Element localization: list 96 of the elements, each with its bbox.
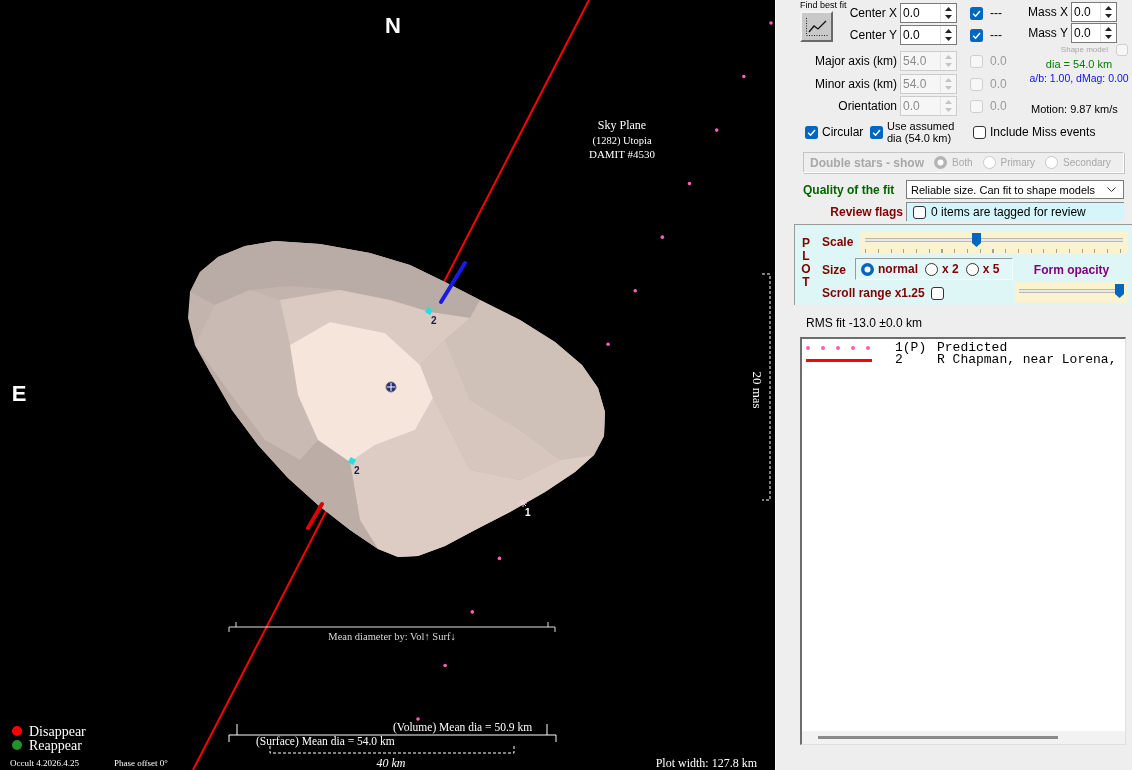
number-field[interactable]: 0.0 xyxy=(900,3,957,23)
field-label: Minor axis (km) xyxy=(815,76,898,93)
field-label: Mass X xyxy=(1028,4,1068,19)
spin-up-icon[interactable] xyxy=(1105,26,1112,31)
slider-thumb[interactable] xyxy=(1115,284,1124,298)
volume-diameter-label: (Volume) Mean dia = 50.9 km xyxy=(393,721,533,733)
group-label: Double stars - show xyxy=(810,155,925,170)
number-field[interactable]: 0.0 xyxy=(900,25,957,45)
radio-label: Both xyxy=(952,157,973,168)
reading-text: 0.0 xyxy=(990,53,1008,70)
asteroid-name: (1282) Utopia xyxy=(592,135,652,146)
chord-number: 2 xyxy=(895,354,903,366)
spin-down-icon[interactable] xyxy=(945,37,952,41)
scrollbar-thumb[interactable] xyxy=(818,736,1058,739)
chord-list[interactable]: 1(P) Predicted 2 R Chapman, near Lorena, xyxy=(800,337,1126,745)
event-marker xyxy=(424,306,434,316)
north-label: N xyxy=(385,13,401,38)
horizontal-scrollbar[interactable] xyxy=(802,731,1125,744)
error-bar xyxy=(439,261,467,304)
chord-number: 1(P) xyxy=(895,342,928,354)
reading-text: --- xyxy=(990,5,1003,22)
fit-quality-dropdown[interactable]: Reliable size. Can fit to shape models xyxy=(906,180,1124,199)
radio-label: Primary xyxy=(1000,157,1036,168)
field-label: Center X xyxy=(849,5,898,22)
number-field[interactable]: 0.0 xyxy=(1071,22,1117,43)
form-opacity-label: Form opacity xyxy=(1033,263,1110,277)
checkbox[interactable] xyxy=(970,28,983,42)
option-label: Circular xyxy=(822,125,864,139)
distance-scale-label: 40 km xyxy=(376,756,406,770)
line-chart-icon xyxy=(805,17,828,36)
chevron-down-icon[interactable] xyxy=(1107,187,1116,192)
reading-text: 0.0 xyxy=(990,76,1008,93)
field-label: Orientation xyxy=(838,98,898,115)
legend-label: Reappear xyxy=(29,738,82,753)
scale-label: Scale xyxy=(822,235,855,249)
scale-slider[interactable] xyxy=(860,232,1128,254)
checkbox[interactable] xyxy=(805,125,818,139)
marker-label: 2 xyxy=(431,315,437,326)
option-label: Use assumed dia (54.0 km) xyxy=(887,120,955,144)
plot-group-title: PLOT xyxy=(800,237,812,289)
size-option-label: normal xyxy=(878,262,918,276)
reading-text: --- xyxy=(990,27,1003,44)
event-marker xyxy=(347,456,357,466)
field-label: Center Y xyxy=(849,27,898,44)
plot-width-label: Plot width: 127.8 km xyxy=(655,756,757,770)
observer-name: Predicted xyxy=(937,342,1008,354)
size-option-label: x 2 xyxy=(942,262,959,276)
checkbox[interactable] xyxy=(930,286,944,300)
motion-text: Motion: 9.87 km/s xyxy=(1030,102,1119,116)
field-label: Major axis (km) xyxy=(815,53,898,70)
view-title: Sky Plane xyxy=(597,118,647,132)
version-label: Occult 4.2026.4.25 xyxy=(10,758,79,768)
size-label: Size xyxy=(822,263,847,277)
fit-chart-button[interactable] xyxy=(800,11,833,42)
radio-button[interactable] xyxy=(861,262,874,276)
spin-down-icon[interactable] xyxy=(945,15,952,19)
marker-label: 1 xyxy=(525,507,531,518)
ratio-text: a/b: 1.00, dMag: 0.00 xyxy=(1028,71,1130,85)
form-opacity-slider[interactable] xyxy=(1015,282,1128,303)
phase-offset-label: Phase offset 0° xyxy=(114,758,168,768)
scroll-range-label: Scroll range x1.25 xyxy=(822,286,925,300)
legend-label: Disappear xyxy=(29,724,86,739)
checkbox[interactable] xyxy=(970,6,983,20)
spin-up-icon[interactable] xyxy=(945,29,952,33)
marker-label: 2 xyxy=(354,465,360,476)
shape-model-id: DAMIT #4530 xyxy=(588,148,656,160)
angular-scale-label: 20 mas xyxy=(750,371,765,409)
rms-fit-text: RMS fit -13.0 ±0.0 km xyxy=(806,316,923,330)
group-title: Find best fit xyxy=(800,0,847,10)
option-label: Include Miss events xyxy=(990,125,1096,139)
spin-up-icon[interactable] xyxy=(1105,5,1112,10)
surface-diameter-label: (Surface) Mean dia = 54.0 km xyxy=(256,735,395,747)
radio-button[interactable] xyxy=(925,262,938,276)
slider-thumb[interactable] xyxy=(972,233,982,247)
east-label: E xyxy=(11,381,27,406)
size-option-label: x 5 xyxy=(982,262,1000,276)
error-bar xyxy=(306,502,324,530)
reading-text: 0.0 xyxy=(990,98,1008,115)
asterisk-marker xyxy=(518,498,528,508)
spin-down-icon[interactable] xyxy=(1105,13,1112,18)
field-label: Mass Y xyxy=(1028,25,1068,40)
radio-button[interactable] xyxy=(965,262,979,276)
fit-quality-label: Quality of the fit xyxy=(803,182,896,197)
review-count-text: 0 items are tagged for review xyxy=(931,205,1086,219)
center-marker xyxy=(385,381,397,393)
review-flags-label: Review flags xyxy=(829,204,903,219)
spin-down-icon[interactable] xyxy=(1105,34,1112,39)
mean-diameter-caption: Mean diameter by: Vol↑ Surf↓ xyxy=(328,631,456,642)
checkbox[interactable] xyxy=(913,205,926,219)
spin-up-icon[interactable] xyxy=(945,7,952,11)
diameter-text: dia = 54.0 km xyxy=(1044,57,1114,71)
number-field[interactable]: 0.0 xyxy=(1071,1,1117,22)
observer-name: R Chapman, near Lorena, xyxy=(937,354,1118,366)
checkbox[interactable] xyxy=(973,125,986,139)
radio-label: Secondary xyxy=(1063,157,1111,168)
checkbox[interactable] xyxy=(870,125,883,139)
